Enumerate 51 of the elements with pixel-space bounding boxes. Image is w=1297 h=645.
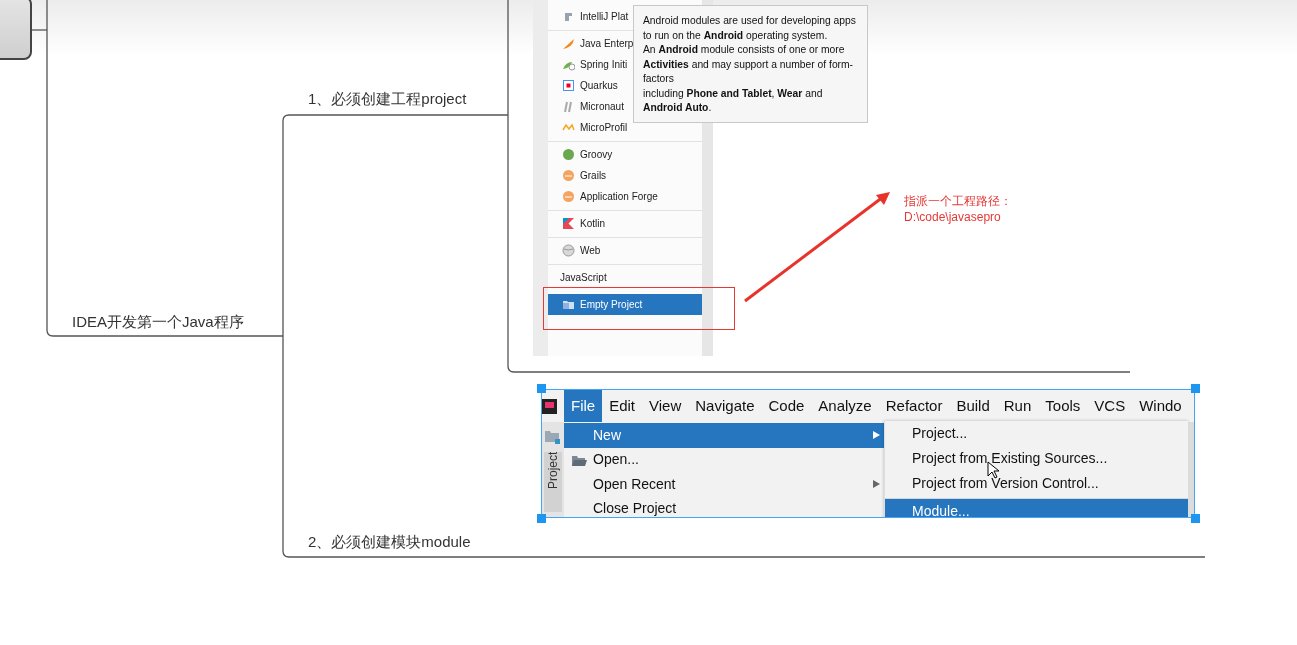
menu-item[interactable]: Code [761, 390, 812, 422]
list-item[interactable]: MicroProfil [548, 117, 702, 138]
menu-item[interactable]: VCS [1087, 390, 1133, 422]
menu-item[interactable]: Close Project [564, 496, 884, 517]
list-item[interactable]: Empty Project [548, 294, 702, 315]
list-item[interactable]: Kotlin [548, 213, 702, 234]
annotation-text: D:\code\javasepro [904, 209, 1002, 225]
menu-item[interactable]: Project... [885, 421, 1188, 446]
resize-handle[interactable] [537, 514, 546, 523]
menu-item[interactable]: Run [996, 390, 1039, 422]
leaf-icon [562, 37, 575, 50]
menu-item[interactable]: Module... [885, 498, 1188, 517]
list-item[interactable]: Web [548, 240, 702, 261]
logo-icon [562, 100, 575, 113]
resize-handle[interactable] [537, 384, 546, 393]
plug-icon [562, 10, 575, 23]
tooltip-text: including Phone and Tablet, Wear and Android Auto. [643, 86, 824, 115]
topic-text[interactable]: IDEA开发第一个Java程序 [72, 311, 244, 334]
resize-handle[interactable] [1191, 384, 1200, 393]
group-header: JavaScript [559, 271, 608, 285]
menu-item[interactable]: Windo [1132, 390, 1189, 422]
menu-item[interactable]: Build [949, 390, 997, 422]
list-item[interactable]: Groovy [548, 144, 702, 165]
menu-item[interactable]: Project from Version Control... [885, 471, 1188, 496]
menu-item[interactable]: File [564, 390, 603, 422]
topic-text[interactable]: 1、必须创建工程project [308, 88, 467, 111]
menu-item[interactable]: Refactor [878, 390, 950, 422]
logo-icon [562, 217, 575, 230]
menu-item[interactable]: View [642, 390, 689, 422]
menu-item[interactable]: Tools [1038, 390, 1088, 422]
folder-icon [562, 298, 575, 311]
menu-item[interactable]: Project from Existing Sources... [885, 446, 1188, 471]
menu-item[interactable]: New [564, 423, 884, 448]
logo-icon [562, 190, 575, 203]
logo-icon [562, 169, 575, 182]
list-item[interactable]: Application Forge [548, 186, 702, 207]
menu-item[interactable]: Analyze [811, 390, 879, 422]
folder-icon [544, 428, 560, 444]
list-item[interactable]: Grails [548, 165, 702, 186]
topic-text[interactable]: 2、必须创建模块module [308, 531, 471, 554]
menu-item[interactable]: Navigate [688, 390, 762, 422]
logo-icon [562, 79, 575, 92]
resize-handle[interactable] [1191, 514, 1200, 523]
logo-icon [562, 148, 575, 161]
tooltip-text: Android modules are used for developing apps to run on the Android operating system. [643, 14, 857, 43]
globe-icon [562, 244, 575, 257]
app-icon [542, 398, 557, 414]
side-tab[interactable]: Project [544, 452, 562, 512]
menu-item[interactable]: Open... [564, 447, 884, 472]
annotation-text: 指派一个工程路径： [904, 193, 1012, 209]
menu-item[interactable]: Edit [602, 390, 643, 422]
